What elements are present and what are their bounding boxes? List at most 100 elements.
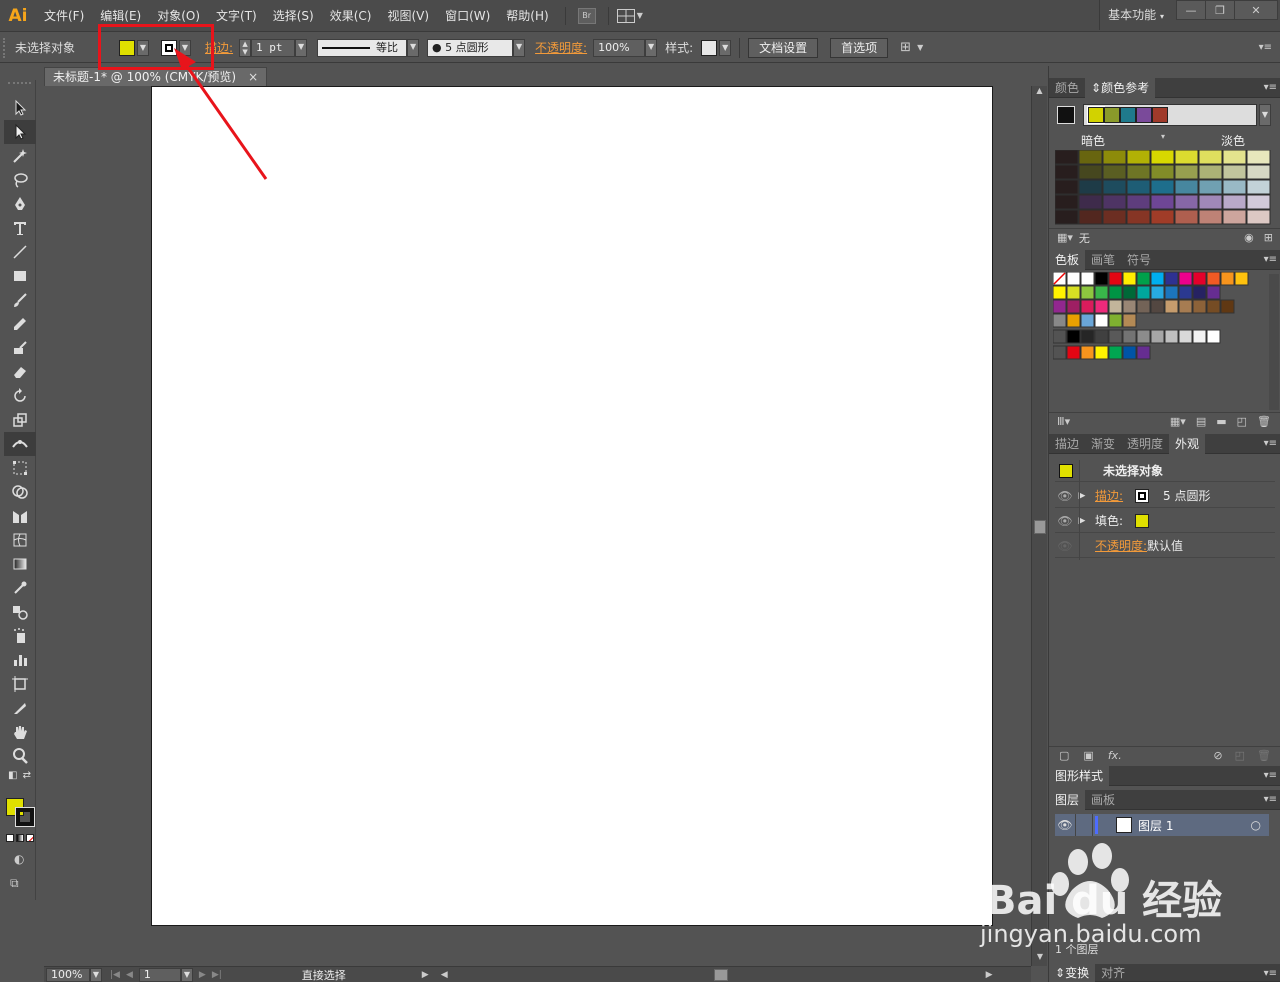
tab-swatches[interactable]: 色板 <box>1049 249 1086 270</box>
panel-menu-icon[interactable]: ▾≡ <box>1264 78 1277 98</box>
harmony-swatch[interactable] <box>1120 107 1136 123</box>
first-artboard-icon[interactable]: |◀ <box>110 970 120 980</box>
zoom-field[interactable]: 100% <box>46 967 90 982</box>
swatch-cell[interactable] <box>1066 299 1081 314</box>
guide-color-cell[interactable] <box>1150 164 1175 180</box>
save-group-icon[interactable]: ⊞ <box>1264 231 1273 244</box>
delete-item-icon[interactable]: 🗑 <box>1257 749 1271 762</box>
restore-button[interactable]: ❐ <box>1205 0 1235 20</box>
guide-color-cell[interactable] <box>1126 194 1151 210</box>
blob-brush-tool[interactable] <box>4 336 36 360</box>
swatch-cell[interactable] <box>1053 313 1067 328</box>
blend-tool[interactable] <box>4 600 36 624</box>
stroke-dropdown[interactable]: ▼ <box>179 39 191 56</box>
swatch-cell[interactable] <box>1053 285 1067 300</box>
swatch-cell[interactable] <box>1192 299 1207 314</box>
canvas-area[interactable] <box>44 86 1031 966</box>
swatch-cell[interactable] <box>1164 329 1179 344</box>
guide-color-cell[interactable] <box>1246 150 1271 165</box>
swatch-cell[interactable] <box>1136 285 1151 300</box>
guide-color-cell[interactable] <box>1055 164 1079 180</box>
width-tool[interactable] <box>4 432 36 456</box>
guide-color-cell[interactable] <box>1150 209 1175 225</box>
swatch-cell[interactable] <box>1136 345 1151 360</box>
panel-menu-icon[interactable]: ▾≡ <box>1264 250 1277 270</box>
swatch-cell[interactable] <box>1220 299 1235 314</box>
swatches-grid[interactable] <box>1053 272 1267 412</box>
zoom-dropdown[interactable]: ▼ <box>90 967 102 982</box>
scroll-up-icon[interactable]: ▲ <box>1032 86 1047 100</box>
guide-color-cell[interactable] <box>1126 150 1151 165</box>
swatch-cell[interactable] <box>1234 272 1249 286</box>
opacity-field[interactable]: 100% <box>593 38 646 57</box>
slice-tool[interactable] <box>4 696 36 720</box>
swatch-cell[interactable] <box>1136 329 1151 344</box>
mesh-tool[interactable] <box>4 528 36 552</box>
visibility-eye-icon[interactable]: 👁 <box>1055 514 1075 528</box>
grip-handle[interactable] <box>3 37 9 58</box>
swatch-cell[interactable] <box>1080 272 1095 286</box>
show-kinds-icon[interactable]: ▦▾ <box>1170 415 1186 428</box>
layer-lock-slot[interactable] <box>1075 814 1093 836</box>
guide-color-cell[interactable] <box>1198 164 1223 180</box>
guide-color-cell[interactable] <box>1078 194 1103 210</box>
color-wheel-icon[interactable]: ◉ <box>1244 231 1254 244</box>
fill-stroke-widget[interactable] <box>6 798 36 828</box>
toolbar-grip[interactable] <box>8 82 31 90</box>
brush-dropdown[interactable]: ▼ <box>513 38 526 57</box>
swatch-cell[interactable] <box>1206 299 1221 314</box>
swatch-group-folder-icon[interactable] <box>1053 329 1067 344</box>
stroke-weight-stepper[interactable]: ▲ ▼ 1 pt ▼ <box>239 38 308 57</box>
hand-tool[interactable] <box>4 720 36 744</box>
variable-width-profile[interactable]: 等比 ▼ <box>317 38 420 57</box>
swatch-cell[interactable] <box>1178 299 1193 314</box>
menu-edit[interactable]: 编辑(E) <box>92 0 149 32</box>
swatch-cell[interactable] <box>1066 272 1081 286</box>
guide-color-cell[interactable] <box>1198 150 1223 165</box>
arrange-documents-button[interactable]: ▼ <box>616 8 643 23</box>
menu-effect[interactable]: 效果(C) <box>322 0 380 32</box>
swatch-cell[interactable] <box>1066 313 1081 328</box>
guide-color-cell[interactable] <box>1126 164 1151 180</box>
swatch-cell[interactable] <box>1094 313 1109 328</box>
guide-color-cell[interactable] <box>1174 164 1199 180</box>
prev-artboard-icon[interactable]: ◀ <box>126 970 133 980</box>
stroke-box[interactable] <box>15 807 35 827</box>
color-mode-icon[interactable] <box>6 834 14 842</box>
swatch-cell[interactable] <box>1108 285 1123 300</box>
panel-menu-icon[interactable]: ▾≡ <box>1264 434 1277 454</box>
guide-color-cell[interactable] <box>1126 209 1151 225</box>
gradient-mode-icon[interactable] <box>16 834 24 842</box>
visibility-eye-icon[interactable]: 👁 <box>1055 539 1075 553</box>
guide-color-cell[interactable] <box>1246 209 1271 225</box>
panel-menu-icon[interactable]: ▾≡ <box>1264 964 1277 982</box>
swatch-cell[interactable] <box>1178 285 1193 300</box>
profile-dropdown[interactable]: ▼ <box>407 38 420 57</box>
fill-color-swatch[interactable] <box>119 39 135 56</box>
swatch-cell[interactable] <box>1192 285 1207 300</box>
tab-symbols[interactable]: 符号 <box>1121 250 1157 270</box>
paintbrush-tool[interactable] <box>4 288 36 312</box>
swatch-library-icon[interactable]: ▦▾ <box>1057 231 1073 244</box>
close-tab-icon[interactable]: × <box>248 70 258 84</box>
swatches-scrollbar[interactable] <box>1269 274 1279 410</box>
swatch-cell[interactable] <box>1122 285 1137 300</box>
swatch-cell[interactable] <box>1122 272 1137 286</box>
guide-color-cell[interactable] <box>1246 194 1271 210</box>
eraser-tool[interactable] <box>4 360 36 384</box>
rotate-tool[interactable] <box>4 384 36 408</box>
color-guide-grid[interactable] <box>1055 150 1277 226</box>
swatch-library-icon[interactable]: Ⅲ▾ <box>1057 415 1070 428</box>
zoom-tool[interactable] <box>4 744 36 768</box>
close-window-button[interactable]: ✕ <box>1234 0 1278 20</box>
tab-color-guide[interactable]: ⇕颜色参考 <box>1085 77 1156 98</box>
swatch-cell[interactable] <box>1094 329 1109 344</box>
pencil-tool[interactable] <box>4 312 36 336</box>
swatch-cell[interactable] <box>1150 272 1165 286</box>
fill-dropdown[interactable]: ▼ <box>137 39 149 56</box>
swatch-cell[interactable] <box>1108 329 1123 344</box>
shape-builder-tool[interactable] <box>4 480 36 504</box>
panel-menu-icon[interactable]: ▾≡ <box>1264 790 1277 810</box>
guide-color-cell[interactable] <box>1078 179 1103 195</box>
swatch-cell[interactable] <box>1108 345 1123 360</box>
